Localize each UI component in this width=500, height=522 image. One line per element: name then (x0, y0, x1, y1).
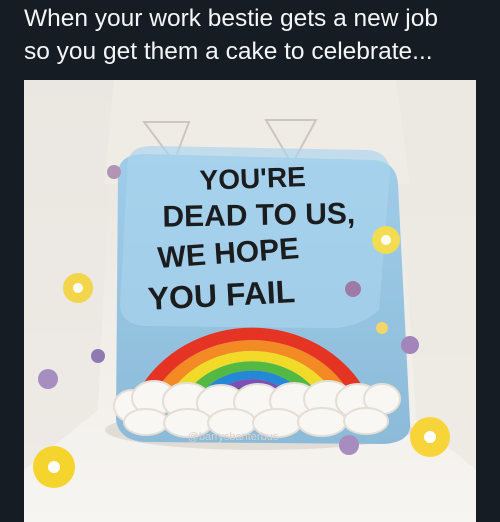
cake-message-line-1: YOU'RE (199, 161, 306, 196)
cake-message-line-2: DEAD TO US, (162, 197, 355, 233)
cake-photo: YOU'RE DEAD TO US, WE HOPE YOU FAIL @bar… (24, 80, 476, 522)
meme-caption: When your work bestie gets a new job so … (24, 2, 484, 68)
caption-line-2: so you get them a cake to celebrate... (24, 38, 433, 65)
photo-watermark: @barrysbanterbus (188, 431, 279, 443)
cake: YOU'RE DEAD TO US, WE HOPE YOU FAIL (107, 145, 411, 444)
meme-post: When your work bestie gets a new job so … (0, 0, 500, 522)
cake-message-line-4: YOU FAIL (147, 273, 296, 317)
caption-line-1: When your work bestie gets a new job (24, 5, 438, 32)
cloud-decoration (113, 380, 401, 438)
